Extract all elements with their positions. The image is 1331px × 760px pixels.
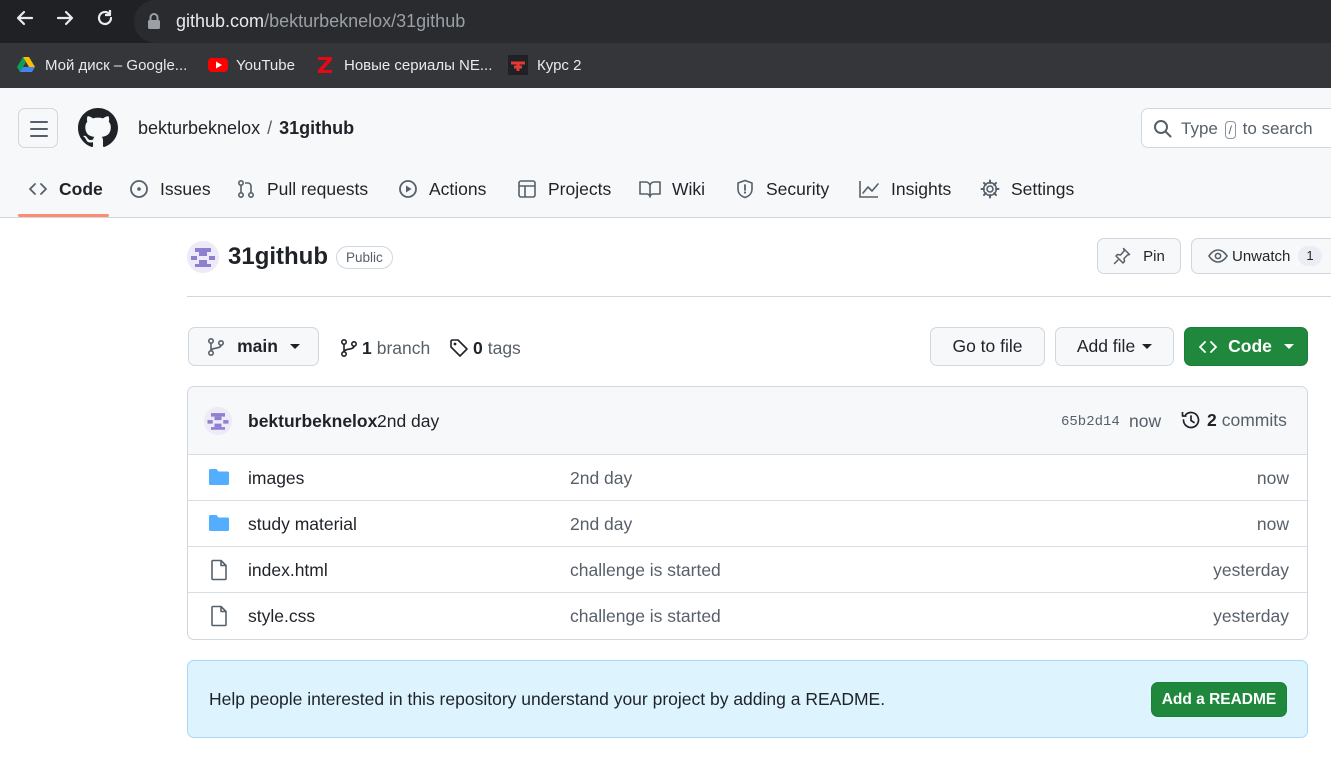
search-icon: [1153, 119, 1172, 143]
file-commit-message[interactable]: 2nd day: [570, 468, 632, 489]
hamburger-icon: [30, 121, 48, 123]
github-logo-icon[interactable]: [78, 108, 118, 148]
commit-time: now: [1129, 411, 1162, 431]
folder-icon: [208, 513, 230, 538]
book-icon: [639, 181, 661, 198]
file-name[interactable]: images: [248, 468, 304, 489]
graph-icon: [859, 181, 879, 198]
owner-link[interactable]: bekturbeknelox: [138, 118, 260, 138]
branch-icon: [208, 337, 225, 356]
go-to-file-button[interactable]: Go to file: [930, 327, 1045, 366]
file-icon: [208, 559, 230, 586]
forward-arrow-icon[interactable]: [51, 8, 79, 36]
breadcrumb: bekturbeknelox/31github: [138, 118, 355, 138]
unwatch-button[interactable]: Unwatch 1: [1191, 238, 1331, 274]
url-text[interactable]: github.com/bekturbeknelox/31github: [176, 11, 465, 32]
add-file-button[interactable]: Add file: [1055, 327, 1174, 366]
youtube-icon: [207, 55, 228, 75]
code-icon: [29, 183, 47, 195]
bookmark-google-drive[interactable]: Мой диск – Google...: [16, 54, 187, 76]
watch-count: 1: [1298, 246, 1322, 266]
bookmark-course[interactable]: Курс 2: [508, 54, 581, 76]
tab-actions[interactable]: Actions: [398, 176, 486, 202]
commit-message[interactable]: 2nd day: [377, 411, 439, 432]
tag-icon: [450, 339, 468, 357]
file-age: yesterday: [1213, 606, 1289, 626]
divider: [187, 296, 1331, 297]
chevron-down-icon: [289, 344, 300, 349]
branches-link[interactable]: 1 branch: [340, 337, 430, 359]
list-item[interactable]: images 2nd day now: [188, 454, 1307, 500]
file-commit-message[interactable]: 2nd day: [570, 514, 632, 535]
file-list: bekturbeknelox 2nd day 65b2d14 now 2 comm…: [187, 386, 1308, 640]
tab-pull-requests[interactable]: Pull requests: [236, 176, 368, 202]
reload-icon[interactable]: [91, 8, 119, 36]
file-name[interactable]: style.css: [248, 606, 315, 627]
visibility-badge: Public: [336, 246, 393, 269]
bookmark-youtube[interactable]: YouTube: [207, 54, 295, 76]
file-age: now: [1256, 514, 1289, 534]
file-commit-message[interactable]: challenge is started: [570, 560, 721, 581]
commit-author-avatar[interactable]: [204, 407, 232, 435]
pin-icon: [1113, 247, 1131, 265]
tab-wiki[interactable]: Wiki: [639, 176, 705, 202]
branch-icon: [340, 338, 358, 358]
play-icon: [399, 180, 417, 198]
file-icon: [208, 605, 230, 632]
lock-icon: [147, 12, 161, 30]
course-icon: [508, 55, 528, 75]
branch-select[interactable]: main: [188, 327, 319, 366]
repo-owner-avatar[interactable]: [187, 241, 219, 273]
tab-settings[interactable]: Settings: [980, 176, 1074, 202]
list-item[interactable]: study material 2nd day now: [188, 500, 1307, 546]
file-age: yesterday: [1213, 560, 1289, 580]
list-item[interactable]: style.css challenge is started yesterday: [188, 592, 1307, 638]
zetflix-icon: [315, 55, 335, 75]
shield-icon: [737, 179, 753, 199]
tab-security[interactable]: Security: [735, 176, 829, 202]
code-icon: [1199, 340, 1218, 353]
eye-icon: [1208, 249, 1228, 263]
tab-code[interactable]: Code: [28, 176, 103, 202]
commits-link[interactable]: 2 commits: [1180, 409, 1287, 431]
code-button[interactable]: Code: [1184, 327, 1308, 366]
readme-banner: Help people interested in this repositor…: [187, 660, 1308, 738]
active-tab-indicator: [18, 214, 109, 217]
file-name[interactable]: index.html: [248, 560, 328, 581]
search-input[interactable]: Type / to search: [1141, 108, 1331, 148]
latest-commit: bekturbeknelox 2nd day 65b2d14 now 2 comm…: [188, 387, 1307, 455]
file-name[interactable]: study material: [248, 514, 357, 535]
add-readme-button[interactable]: Add a README: [1151, 682, 1287, 717]
google-drive-icon: [16, 55, 36, 75]
repo-link[interactable]: 31github: [279, 118, 354, 138]
history-icon: [1181, 411, 1200, 429]
chevron-down-icon: [1283, 344, 1294, 349]
pin-button[interactable]: Pin: [1097, 238, 1181, 274]
tags-link[interactable]: 0 tags: [449, 337, 521, 359]
tab-projects[interactable]: Projects: [517, 176, 611, 202]
readme-prompt: Help people interested in this repositor…: [209, 689, 886, 709]
issue-icon: [130, 180, 148, 198]
tab-issues[interactable]: Issues: [129, 176, 211, 202]
table-icon: [518, 180, 536, 198]
file-age: now: [1256, 468, 1289, 488]
list-item[interactable]: index.html challenge is started yesterda…: [188, 546, 1307, 592]
commit-author[interactable]: bekturbeknelox: [248, 411, 377, 432]
menu-button[interactable]: [18, 108, 58, 148]
folder-icon: [208, 467, 230, 492]
commit-sha[interactable]: 65b2d14: [1061, 414, 1120, 430]
bookmarks-bar: [0, 43, 1331, 88]
file-commit-message[interactable]: challenge is started: [570, 606, 721, 627]
bookmark-series[interactable]: Новые сериалы NE...: [315, 54, 492, 76]
repo-title[interactable]: 31github: [228, 243, 328, 271]
tab-insights[interactable]: Insights: [858, 176, 951, 202]
pull-request-icon: [237, 179, 255, 199]
chevron-down-icon: [1142, 344, 1153, 349]
back-arrow-icon[interactable]: [11, 8, 39, 36]
gear-icon: [980, 179, 1000, 199]
